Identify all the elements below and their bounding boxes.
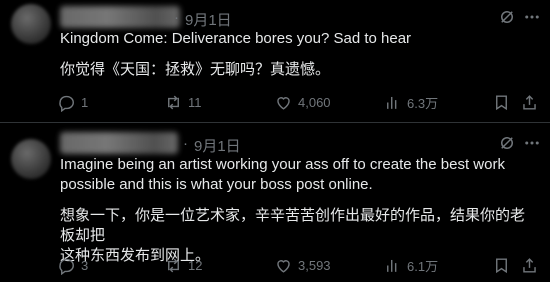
- views-count: 6.3万: [407, 95, 439, 111]
- share-button[interactable]: [520, 91, 539, 113]
- reply-button[interactable]: 1: [57, 91, 88, 113]
- views-button[interactable]: 6.3万: [383, 91, 438, 113]
- repost-icon: [168, 95, 179, 109]
- views-icon: [387, 96, 397, 109]
- tweet-text-line: Kingdom Come: Deliverance bores you? Sad…: [60, 30, 412, 47]
- tweet-date[interactable]: 9月1日: [185, 9, 232, 30]
- views-button[interactable]: 6.1万: [383, 254, 438, 276]
- reply-count: 3: [81, 257, 89, 273]
- bookmark-icon: [496, 257, 507, 273]
- like-icon: [277, 259, 290, 273]
- like-button[interactable]: 4,060: [274, 91, 331, 113]
- share-icon: [523, 257, 536, 273]
- bookmark-icon: [496, 94, 507, 110]
- share-icon: [523, 94, 536, 110]
- tweet-card[interactable]: · 9月1日 Kingdom Come: Deliverance bores y…: [0, 0, 550, 122]
- repost-count: 12: [188, 257, 203, 273]
- repost-button[interactable]: 11: [164, 91, 202, 113]
- tweet-card[interactable]: · 9月1日 Imagine being an artist working y…: [0, 123, 550, 282]
- action-bar: 3 12 3,593 6.1万: [55, 254, 545, 276]
- reply-icon: [59, 258, 74, 275]
- like-count: 4,060: [298, 94, 331, 110]
- more-icon[interactable]: [522, 7, 542, 27]
- views-icon: [387, 259, 397, 272]
- repost-count: 11: [188, 94, 202, 110]
- bookmark-button[interactable]: [492, 254, 511, 276]
- meta-separator: ·: [174, 9, 179, 26]
- action-bar: 1 11 4,060 6.3万: [55, 91, 545, 113]
- repost-button[interactable]: 12: [164, 254, 202, 276]
- tweet-text-line: possible and this is what your boss post…: [60, 176, 373, 193]
- grok-icon[interactable]: [497, 7, 517, 27]
- bookmark-button[interactable]: [492, 91, 511, 113]
- avatar[interactable]: [11, 139, 51, 179]
- views-count: 6.1万: [407, 258, 439, 274]
- meta-separator: ·: [183, 135, 188, 152]
- reply-icon: [59, 95, 74, 112]
- avatar[interactable]: [11, 4, 51, 44]
- author-name-redacted[interactable]: [60, 6, 180, 28]
- tweet-text-line: 想象一下，你是一位艺术家，辛辛苦苦创作出最好的作品，结果你的老板却把: [60, 207, 526, 244]
- author-name-redacted[interactable]: [60, 132, 178, 154]
- tweet-date[interactable]: 9月1日: [194, 135, 241, 156]
- share-button[interactable]: [520, 254, 539, 276]
- like-icon: [277, 96, 290, 110]
- reply-count: 1: [81, 94, 89, 110]
- repost-icon: [168, 258, 179, 272]
- tweet-text: Kingdom Come: Deliverance bores you? Sad…: [60, 29, 538, 80]
- tweet-text-line: Imagine being an artist working your ass…: [60, 156, 505, 173]
- more-icon[interactable]: [522, 133, 542, 153]
- tweet-text-line: 你觉得《天国：拯救》无聊吗？真遗憾。: [60, 61, 331, 78]
- reply-button[interactable]: 3: [57, 254, 88, 276]
- like-count: 3,593: [298, 257, 331, 273]
- like-button[interactable]: 3,593: [274, 254, 331, 276]
- tweet-text: Imagine being an artist working your ass…: [60, 155, 538, 266]
- grok-icon[interactable]: [497, 133, 517, 153]
